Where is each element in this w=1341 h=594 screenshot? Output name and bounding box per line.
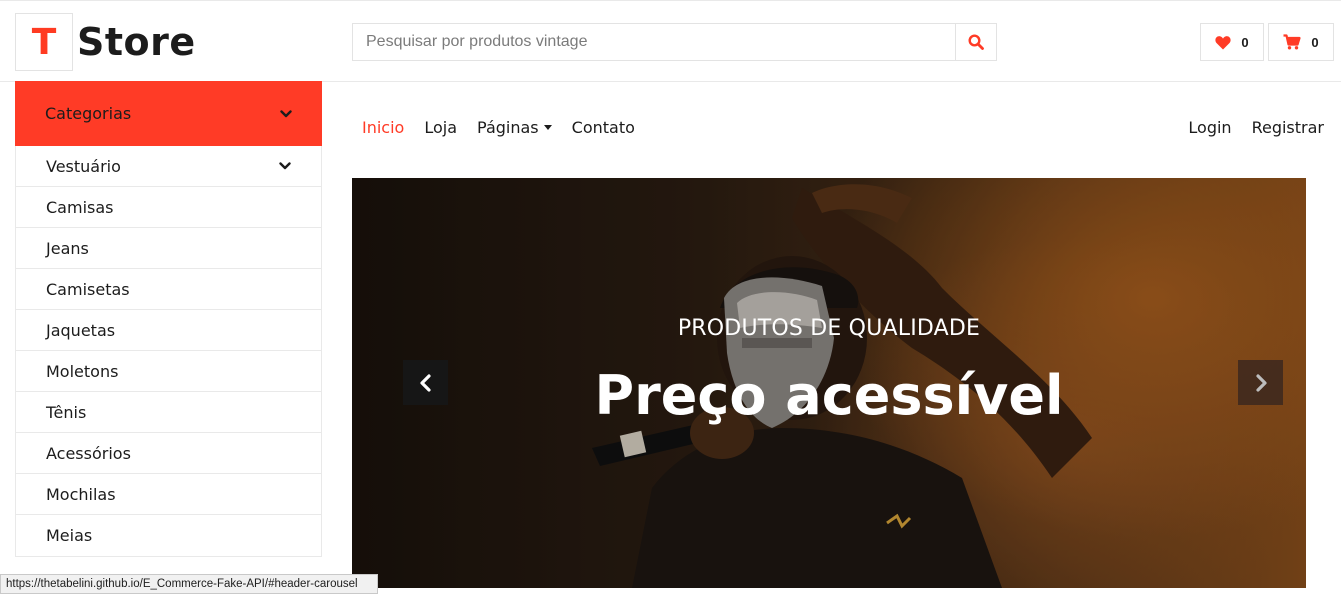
sidebar-item-jaquetas[interactable]: Jaquetas — [16, 310, 321, 351]
search-form — [352, 23, 997, 61]
nav-link-loja[interactable]: Loja — [424, 118, 457, 137]
chevron-down-icon — [280, 109, 292, 117]
heart-icon — [1215, 35, 1231, 49]
cart-count: 0 — [1311, 34, 1319, 50]
wishlist-count: 0 — [1241, 34, 1249, 50]
sidebar-item-label: Mochilas — [46, 484, 116, 504]
sidebar-item-label: Jeans — [46, 238, 89, 258]
sidebar-item-tenis[interactable]: Tênis — [16, 392, 321, 433]
categories-title: Categorias — [45, 104, 132, 123]
top-header: T Store 0 0 — [0, 0, 1341, 82]
chevron-right-icon — [1255, 373, 1267, 392]
sidebar-item-label: Camisas — [46, 197, 114, 217]
sidebar-item-label: Moletons — [46, 361, 119, 381]
nav-dropdown-label: Páginas — [477, 118, 539, 137]
sidebar-item-label: Tênis — [46, 402, 87, 422]
header-carousel[interactable]: PRODUTOS DE QUALIDADE Preço acessível — [352, 178, 1306, 588]
login-link[interactable]: Login — [1188, 118, 1231, 137]
logo-mark: T — [15, 13, 73, 71]
logo[interactable]: T Store — [15, 13, 196, 71]
auth-nav: Login Registrar — [1168, 118, 1324, 137]
nav-link-inicio[interactable]: Inicio — [362, 118, 404, 137]
sidebar-item-label: Vestuário — [46, 156, 121, 176]
carousel-next-button[interactable] — [1238, 360, 1283, 405]
sidebar-item-meias[interactable]: Meias — [16, 515, 321, 556]
browser-status-url: https://thetabelini.github.io/E_Commerce… — [0, 574, 378, 594]
wishlist-button[interactable]: 0 — [1200, 23, 1264, 61]
nav-dropdown-paginas[interactable]: Páginas — [477, 118, 552, 137]
search-icon — [968, 34, 984, 50]
sidebar-item-label: Meias — [46, 526, 93, 545]
sidebar-item-moletons[interactable]: Moletons — [16, 351, 321, 392]
register-link[interactable]: Registrar — [1252, 118, 1324, 137]
categories-list: Vestuário Camisas Jeans Camisetas Jaquet… — [15, 146, 322, 557]
sidebar-item-label: Jaquetas — [46, 320, 116, 340]
cart-button[interactable]: 0 — [1268, 23, 1334, 61]
sidebar-item-label: Camisetas — [46, 279, 130, 299]
search-input[interactable] — [353, 24, 955, 60]
sidebar-item-vestuario[interactable]: Vestuário — [16, 146, 321, 187]
search-button[interactable] — [955, 24, 996, 60]
carousel-subtitle: PRODUTOS DE QUALIDADE — [677, 316, 981, 341]
categories-toggle[interactable]: Categorias — [15, 81, 322, 146]
caret-down-icon — [543, 125, 552, 130]
sidebar-item-camisetas[interactable]: Camisetas — [16, 269, 321, 310]
chevron-down-icon — [279, 162, 291, 170]
carousel-prev-button[interactable] — [403, 360, 448, 405]
cart-icon — [1283, 34, 1301, 50]
sidebar-item-mochilas[interactable]: Mochilas — [16, 474, 321, 515]
sidebar-item-camisas[interactable]: Camisas — [16, 187, 321, 228]
main-nav: Inicio Loja Páginas Contato — [362, 118, 655, 137]
sidebar-item-acessorios[interactable]: Acessórios — [16, 433, 321, 474]
nav-link-contato[interactable]: Contato — [572, 118, 635, 137]
logo-text: Store — [77, 20, 196, 64]
sidebar-item-label: Acessórios — [46, 443, 131, 463]
sidebar-item-jeans[interactable]: Jeans — [16, 228, 321, 269]
chevron-left-icon — [419, 373, 431, 392]
carousel-title: Preço acessível — [594, 364, 1064, 427]
